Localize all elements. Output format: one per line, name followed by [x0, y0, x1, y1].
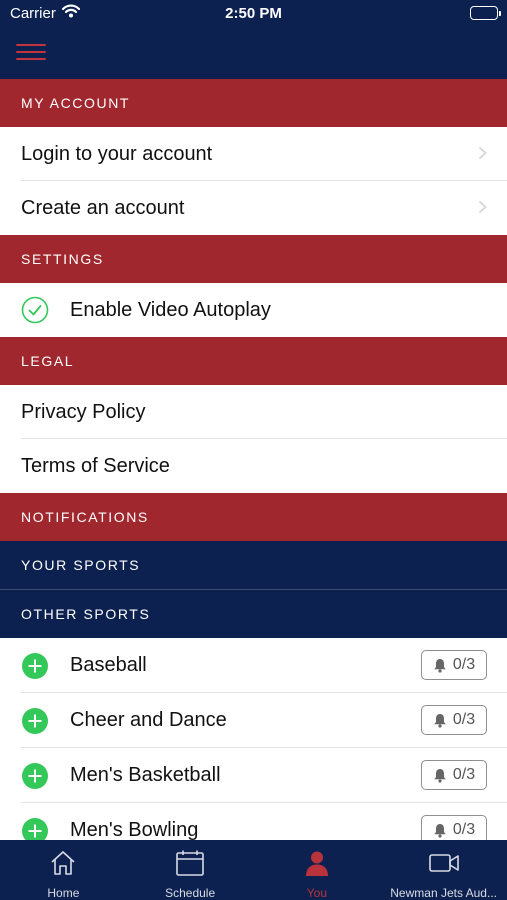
hamburger-menu-icon[interactable]	[16, 44, 46, 62]
sport-label: Men's Bowling	[70, 819, 199, 840]
sport-label: Baseball	[70, 654, 147, 676]
add-circle-icon[interactable]	[21, 817, 49, 841]
tab-newman-jets-audio[interactable]: Newman Jets Aud...	[380, 840, 507, 900]
tab-schedule-label: Schedule	[165, 886, 216, 900]
home-icon	[49, 848, 77, 878]
navigation-bar	[0, 28, 507, 79]
tab-you[interactable]: You	[254, 840, 381, 900]
sport-row-baseball[interactable]: Baseball 0/3	[0, 638, 507, 693]
privacy-policy-row[interactable]: Privacy Policy	[0, 385, 507, 439]
section-header-legal: LEGAL	[0, 337, 507, 385]
sport-label: Cheer and Dance	[70, 709, 227, 731]
notification-count-button[interactable]: 0/3	[421, 705, 487, 735]
section-header-other-sports: OTHER SPORTS	[0, 590, 507, 638]
sport-row-mens-basketball[interactable]: Men's Basketball 0/3	[0, 748, 507, 803]
tab-home-label: Home	[47, 886, 80, 900]
terms-of-service-label: Terms of Service	[21, 454, 170, 477]
add-circle-icon[interactable]	[21, 762, 49, 790]
settings-list[interactable]: MY ACCOUNT Login to your account Create …	[0, 79, 507, 840]
notification-count: 0/3	[452, 766, 476, 783]
person-icon	[303, 848, 331, 878]
section-header-settings: SETTINGS	[0, 235, 507, 283]
bell-icon	[434, 823, 446, 838]
tab-home[interactable]: Home	[0, 840, 127, 900]
sport-label: Men's Basketball	[70, 764, 221, 786]
calendar-icon	[175, 848, 205, 878]
create-account-label: Create an account	[21, 196, 185, 219]
notification-count: 0/3	[452, 821, 476, 838]
section-header-my-account: MY ACCOUNT	[0, 79, 507, 127]
sport-row-cheer-and-dance[interactable]: Cheer and Dance 0/3	[0, 693, 507, 748]
bell-icon	[434, 713, 446, 728]
login-label: Login to your account	[21, 142, 213, 165]
notification-count: 0/3	[452, 656, 476, 673]
bell-icon	[434, 658, 446, 673]
battery-icon	[470, 6, 501, 20]
chevron-right-icon	[478, 146, 487, 160]
chevron-right-icon	[478, 200, 487, 214]
create-account-row[interactable]: Create an account	[0, 181, 507, 235]
login-row[interactable]: Login to your account	[0, 127, 507, 181]
notification-count-button[interactable]: 0/3	[421, 815, 487, 840]
status-time: 2:50 PM	[225, 5, 282, 22]
add-circle-icon[interactable]	[21, 652, 49, 680]
sport-row-mens-bowling[interactable]: Men's Bowling 0/3	[0, 803, 507, 840]
tab-newman-jets-audio-label: Newman Jets Aud...	[390, 886, 497, 900]
checkmark-circle-icon	[21, 296, 49, 324]
section-header-notifications: NOTIFICATIONS	[0, 493, 507, 541]
notification-count-button[interactable]: 0/3	[421, 650, 487, 680]
privacy-policy-label: Privacy Policy	[21, 400, 146, 423]
tab-bar: Home Schedule You Newman Jets Aud...	[0, 840, 507, 900]
bell-icon	[434, 768, 446, 783]
terms-of-service-row[interactable]: Terms of Service	[0, 439, 507, 493]
notification-count: 0/3	[452, 711, 476, 728]
section-header-your-sports: YOUR SPORTS	[0, 541, 507, 589]
add-circle-icon[interactable]	[21, 707, 49, 735]
video-autoplay-toggle[interactable]: Enable Video Autoplay	[0, 283, 507, 337]
status-bar: Carrier 2:50 PM	[0, 0, 507, 28]
tab-schedule[interactable]: Schedule	[127, 840, 254, 900]
video-camera-icon	[428, 848, 460, 878]
video-autoplay-label: Enable Video Autoplay	[70, 298, 271, 321]
tab-you-label: You	[306, 886, 327, 900]
notification-count-button[interactable]: 0/3	[421, 760, 487, 790]
